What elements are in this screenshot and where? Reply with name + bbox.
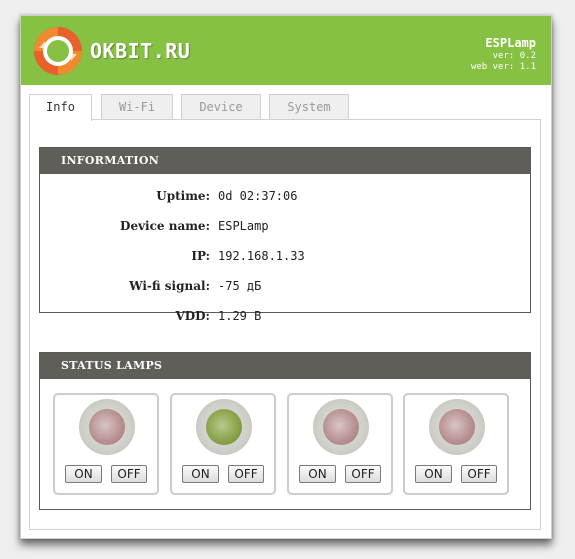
- device-name-value: ESPLamp: [218, 219, 269, 233]
- lamp-indicator-4: [429, 399, 485, 455]
- tab-info[interactable]: Info: [29, 94, 92, 121]
- device-name-label: Device name:: [120, 219, 210, 233]
- device-info: ESPLamp ver: 0.2 web ver: 1.1: [471, 36, 536, 73]
- okbit-logo-icon: [34, 27, 82, 75]
- info-row-ip: IP: 192.168.1.33: [40, 249, 530, 269]
- tab-wifi[interactable]: Wi-Fi: [101, 94, 173, 119]
- tab-device[interactable]: Device: [181, 94, 261, 119]
- lamp-4-off-button[interactable]: OFF: [461, 465, 497, 483]
- info-row-vdd: VDD: 1.29 В: [40, 309, 530, 329]
- lamp-2-on-button[interactable]: ON: [182, 465, 219, 483]
- app-window: OKBIT.RU ESPLamp ver: 0.2 web ver: 1.1 I…: [20, 15, 552, 539]
- vdd-label: VDD:: [175, 309, 210, 323]
- lamp-indicator-1: [79, 399, 135, 455]
- device-title: ESPLamp: [485, 36, 536, 50]
- lamp-light-icon: [206, 409, 242, 445]
- lamp-3-on-button[interactable]: ON: [299, 465, 336, 483]
- web-version: web ver: 1.1: [470, 62, 536, 72]
- lamp-card-4: ON OFF: [403, 393, 509, 495]
- information-panel: INFORMATION Uptime: 0d 02:37:06 Device n…: [39, 147, 531, 323]
- lamp-2-off-button[interactable]: OFF: [228, 465, 264, 483]
- info-row-device-name: Device name: ESPLamp: [40, 219, 530, 239]
- lamp-indicator-2: [196, 399, 252, 455]
- vdd-value: 1.29 В: [218, 309, 262, 323]
- lamp-light-icon: [89, 409, 125, 445]
- lamp-3-off-button[interactable]: OFF: [345, 465, 381, 483]
- ip-label: IP:: [191, 249, 210, 263]
- wifi-signal-value: -75 дБ: [218, 279, 262, 293]
- lamp-1-off-button[interactable]: OFF: [111, 465, 147, 483]
- info-row-wifi-signal: Wi-fi signal: -75 дБ: [40, 279, 530, 299]
- information-title: INFORMATION: [40, 148, 530, 174]
- firmware-version: ver: 0.2: [492, 51, 536, 61]
- lamp-indicator-3: [313, 399, 369, 455]
- info-row-uptime: Uptime: 0d 02:37:06: [40, 189, 530, 209]
- header-bar: OKBIT.RU ESPLamp ver: 0.2 web ver: 1.1: [21, 16, 551, 85]
- tab-system[interactable]: System: [269, 94, 349, 119]
- lamp-light-icon: [323, 409, 359, 445]
- lamp-4-on-button[interactable]: ON: [415, 465, 452, 483]
- lamp-1-on-button[interactable]: ON: [65, 465, 102, 483]
- uptime-value: 0d 02:37:06: [218, 189, 298, 203]
- lamp-card-3: ON OFF: [287, 393, 393, 495]
- logo-text: OKBIT.RU: [90, 39, 191, 63]
- status-lamps-title: STATUS LAMPS: [40, 353, 530, 379]
- lamp-card-1: ON OFF: [53, 393, 159, 495]
- wifi-signal-label: Wi-fi signal:: [129, 279, 210, 293]
- status-lamps-panel: STATUS LAMPS ON OFF ON OFF ON OFF ON OFF: [39, 352, 531, 510]
- lamp-card-2: ON OFF: [170, 393, 276, 495]
- tab-content: INFORMATION Uptime: 0d 02:37:06 Device n…: [29, 119, 541, 530]
- uptime-label: Uptime:: [156, 189, 210, 203]
- ip-value: 192.168.1.33: [218, 249, 305, 263]
- lamp-light-icon: [439, 409, 475, 445]
